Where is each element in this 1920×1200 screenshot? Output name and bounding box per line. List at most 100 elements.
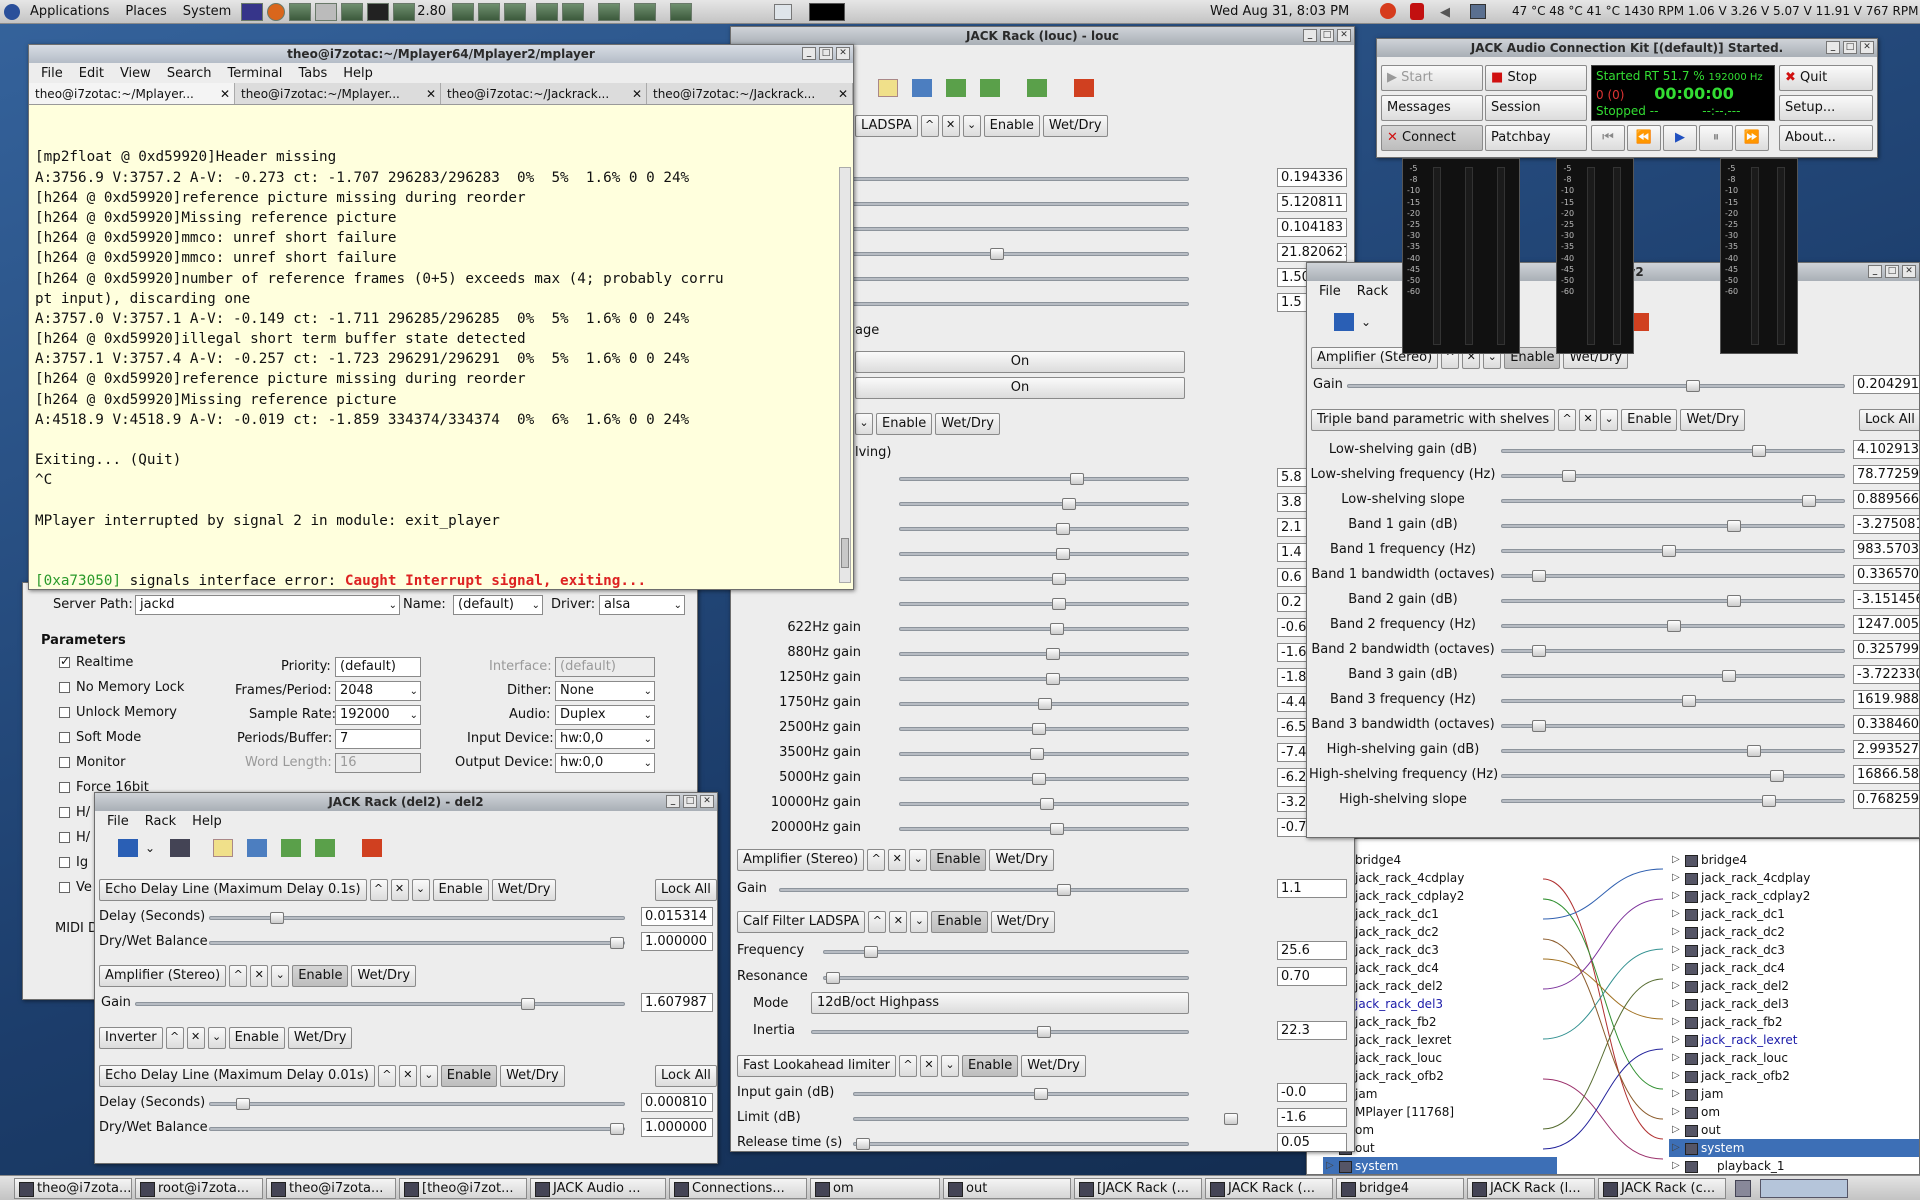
menu-terminal[interactable]: Terminal bbox=[219, 66, 290, 81]
enable-button[interactable]: Enable bbox=[1621, 409, 1678, 431]
close-icon[interactable]: ✕ bbox=[426, 83, 436, 104]
client-item[interactable]: out bbox=[1669, 1121, 1919, 1139]
quit-button[interactable]: ✖ Quit bbox=[1779, 65, 1873, 91]
wet-dry-button[interactable]: Wet/Dry bbox=[1021, 1055, 1086, 1077]
client-item[interactable]: jack_rack_del3 bbox=[1323, 995, 1557, 1013]
taskbar-item[interactable]: theo@i7zota... bbox=[14, 1177, 132, 1199]
menu-file[interactable]: File bbox=[33, 66, 71, 81]
close-button[interactable]: ✕ bbox=[1860, 41, 1874, 54]
session-button[interactable]: Session bbox=[1485, 95, 1587, 121]
menu-file[interactable]: File bbox=[99, 814, 137, 829]
client-item[interactable]: system bbox=[1669, 1139, 1919, 1157]
checkbox[interactable] bbox=[59, 732, 70, 743]
new-rack-icon[interactable] bbox=[213, 839, 234, 857]
checkbox[interactable] bbox=[59, 757, 70, 768]
client-item[interactable]: bridge4 bbox=[1669, 851, 1919, 869]
toggle-on-button-1[interactable]: On bbox=[855, 351, 1185, 373]
menu-tabs[interactable]: Tabs bbox=[290, 66, 335, 81]
stop-button[interactable]: ■ Stop bbox=[1485, 65, 1587, 91]
launcher-icon[interactable] bbox=[289, 2, 312, 21]
gain-value[interactable]: 1.1 bbox=[1277, 879, 1347, 898]
slider-knob[interactable] bbox=[1046, 673, 1060, 685]
slider-knob[interactable] bbox=[1662, 545, 1676, 557]
remove-button[interactable]: ✕ bbox=[250, 965, 269, 987]
client-item[interactable]: jack_rack_fb2 bbox=[1669, 1013, 1919, 1031]
save-as-icon[interactable] bbox=[980, 79, 1000, 97]
checkbox[interactable] bbox=[59, 707, 70, 718]
parameter-checkbox[interactable]: Ve bbox=[59, 880, 92, 895]
move-down-button[interactable]: ⌄ bbox=[419, 1065, 438, 1087]
server-path-combo[interactable]: jackd ⌄ bbox=[135, 595, 400, 615]
slider-knob[interactable] bbox=[990, 248, 1004, 260]
slider-knob[interactable] bbox=[1056, 548, 1070, 560]
alert-icon[interactable] bbox=[1380, 3, 1396, 19]
gain-slider[interactable] bbox=[1347, 380, 1845, 392]
eq-gain-slider[interactable] bbox=[899, 723, 1189, 735]
checkbox[interactable] bbox=[59, 832, 70, 843]
client-item[interactable]: out bbox=[1323, 1139, 1557, 1157]
title-bar[interactable]: JACK Rack (del2) - del2 _ □ ✕ bbox=[95, 793, 717, 811]
limiter-value[interactable]: 0.05 bbox=[1277, 1133, 1347, 1151]
taskbar-item[interactable]: root@i7zota... bbox=[135, 1177, 263, 1199]
toggle-on-button-2[interactable]: On bbox=[855, 377, 1185, 399]
slider-knob[interactable] bbox=[1052, 573, 1066, 585]
close-button[interactable]: ✕ bbox=[700, 795, 714, 808]
frequency-value[interactable]: 25.6 bbox=[1277, 941, 1347, 960]
parameter-value[interactable]: 21.820627 bbox=[1277, 243, 1347, 262]
launcher-icon[interactable] bbox=[315, 2, 338, 21]
title-bar[interactable]: JACK Rack (louc) - louc _ □ ✕ bbox=[731, 27, 1354, 45]
client-item[interactable]: om bbox=[1323, 1121, 1557, 1139]
connections-output-tree[interactable]: bridge4jack_rack_4cdplayjack_rack_cdplay… bbox=[1323, 851, 1557, 1174]
parameter-checkbox[interactable]: Ig bbox=[59, 855, 88, 870]
firefox-icon[interactable] bbox=[267, 2, 286, 21]
menu-help[interactable]: Help bbox=[335, 66, 381, 81]
terminal-tab[interactable]: theo@i7zotac:~/Mplayer... ✕ bbox=[29, 83, 235, 104]
limiter-slider[interactable] bbox=[853, 1113, 1238, 1125]
slider-knob[interactable] bbox=[1722, 670, 1736, 682]
launcher-icon[interactable] bbox=[341, 2, 364, 21]
enable-button[interactable]: Enable bbox=[961, 1055, 1019, 1077]
menu-places[interactable]: Places bbox=[117, 4, 174, 19]
open-icon[interactable] bbox=[247, 839, 268, 857]
balance-value[interactable]: 1.000000 bbox=[641, 932, 713, 951]
eq-gain-slider[interactable] bbox=[899, 748, 1189, 760]
resonance-value[interactable]: 0.70 bbox=[1277, 967, 1347, 986]
close-icon[interactable]: ✕ bbox=[838, 83, 848, 104]
move-up-button[interactable]: ^ bbox=[229, 965, 248, 987]
move-down-button[interactable]: ⌄ bbox=[962, 115, 981, 137]
eq-parameter-slider[interactable] bbox=[1501, 745, 1845, 757]
eq-gain-slider[interactable] bbox=[899, 598, 1189, 610]
wet-dry-button[interactable]: Wet/Dry bbox=[990, 911, 1056, 933]
slider-knob[interactable] bbox=[1070, 473, 1084, 485]
slider-knob[interactable] bbox=[1052, 598, 1066, 610]
slider-knob[interactable] bbox=[610, 937, 624, 949]
client-item[interactable]: jack_rack_4cdplay bbox=[1323, 869, 1557, 887]
slider-knob[interactable] bbox=[1050, 623, 1064, 635]
slider-knob[interactable] bbox=[856, 1138, 870, 1150]
output-device-combo[interactable]: hw:0,0 ⌄ bbox=[555, 753, 655, 773]
channels-icon[interactable] bbox=[170, 839, 191, 857]
client-item[interactable]: jack_rack_del3 bbox=[1669, 995, 1919, 1013]
trash-icon[interactable] bbox=[1735, 1179, 1751, 1197]
parameter-value[interactable]: 0.194336 bbox=[1277, 168, 1347, 187]
launcher-icon[interactable] bbox=[452, 2, 475, 21]
slider-knob[interactable] bbox=[1686, 380, 1700, 392]
eq-gain-slider[interactable] bbox=[899, 698, 1189, 710]
client-item[interactable]: jack_rack_dc4 bbox=[1669, 959, 1919, 977]
new-rack-icon[interactable] bbox=[878, 79, 898, 97]
eq-gain-slider[interactable] bbox=[899, 773, 1189, 785]
connections-input-tree[interactable]: bridge4jack_rack_4cdplayjack_rack_cdplay… bbox=[1669, 851, 1919, 1174]
client-item[interactable]: jack_rack_fb2 bbox=[1323, 1013, 1557, 1031]
client-item[interactable]: jack_rack_dc3 bbox=[1669, 941, 1919, 959]
eq-parameter-slider[interactable] bbox=[1501, 795, 1845, 807]
move-down-button[interactable]: ⌄ bbox=[910, 911, 929, 933]
client-item[interactable]: jack_rack_del2 bbox=[1323, 977, 1557, 995]
eq-gain-slider[interactable] bbox=[899, 523, 1189, 535]
terminal-output[interactable]: [mp2float @ 0xd59920]Header missing A:375… bbox=[29, 105, 853, 589]
remove-button[interactable]: ✕ bbox=[941, 115, 960, 137]
name-combo[interactable]: (default) ⌄ bbox=[453, 595, 543, 615]
delay-value[interactable]: 0.015314 bbox=[641, 907, 713, 926]
move-down-button[interactable]: ⌄ bbox=[411, 879, 430, 901]
slider-knob[interactable] bbox=[1032, 773, 1046, 785]
checkbox[interactable] bbox=[59, 857, 70, 868]
